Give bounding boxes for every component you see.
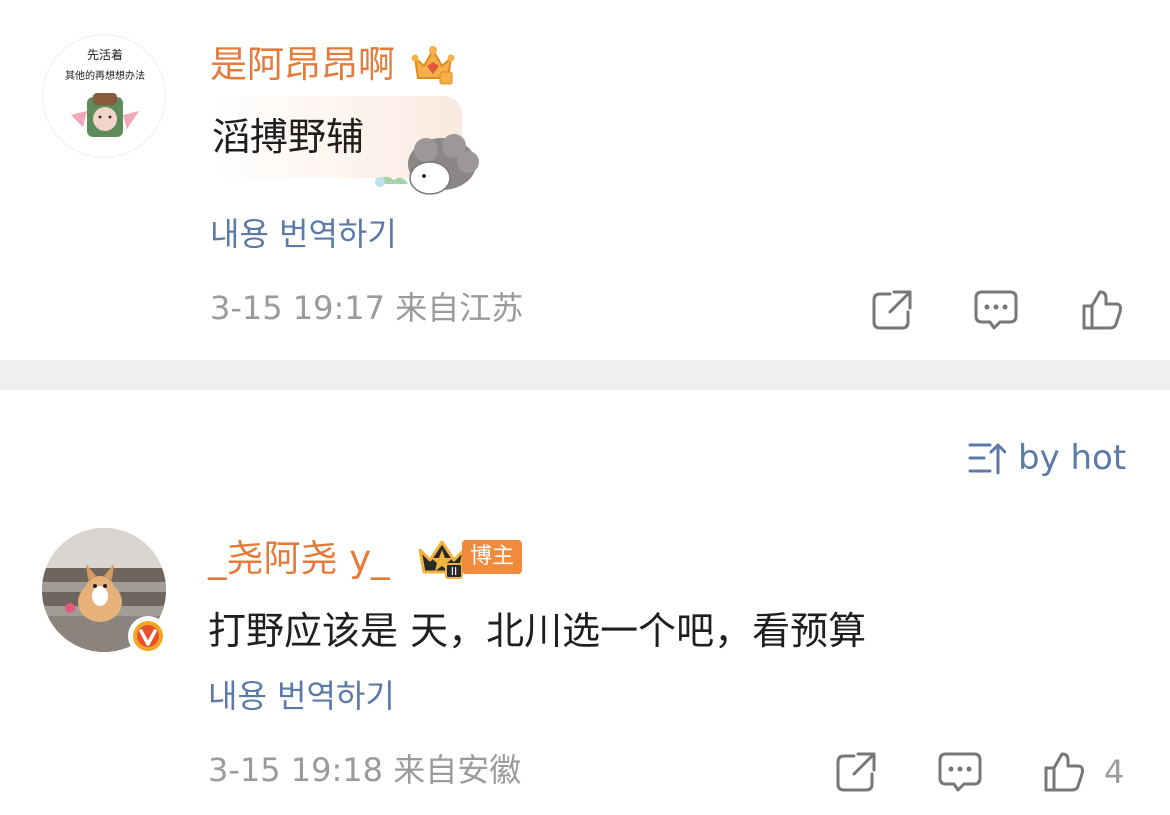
translate-link[interactable]: 내용 번역하기 (210, 218, 397, 250)
share-icon[interactable] (834, 750, 878, 794)
like-icon[interactable] (1042, 750, 1086, 794)
reply-icon[interactable] (938, 750, 982, 794)
username[interactable]: 是阿昂昂啊 (210, 46, 395, 83)
crown-icon: II (418, 540, 466, 579)
svg-text:II: II (451, 565, 458, 578)
comment-item: by hot _尧阿尧 y_ II 博主 打野应该是 天，北川选一个吧，看预算 … (0, 390, 1170, 815)
sort-label: by hot (1018, 438, 1127, 478)
sort-toggle[interactable]: by hot (968, 438, 1126, 478)
reply-icon[interactable] (974, 288, 1018, 332)
crown-icon (411, 46, 455, 85)
avatar-text-line2: 其他的再想想办法 (65, 69, 145, 82)
sort-icon (968, 443, 1006, 475)
verified-icon (128, 616, 168, 656)
avatar-illustration: 先活着 其他的再想想办法 (65, 47, 145, 137)
blogger-badge: 博主 (462, 540, 523, 574)
section-divider (0, 360, 1170, 390)
username[interactable]: _尧阿尧 y_ (208, 540, 390, 577)
avatar-text-line1: 先活着 (87, 47, 123, 62)
like-count: 4 (1104, 753, 1125, 791)
comment-page: 先活着 其他的再想想办法 是阿昂昂啊 滔搏野辅 내용 번역하기 3-15 19:… (0, 0, 1170, 815)
comment-meta: 3-15 19:17 来自江苏 (210, 289, 524, 327)
comment-item: 先活着 其他的再想想办法 是阿昂昂啊 滔搏野辅 내용 번역하기 3-15 19:… (0, 0, 1170, 360)
comment-content: 滔搏野辅 (212, 115, 365, 159)
comment-content: 打野应该是 天，北川选一个吧，看预算 (208, 609, 867, 653)
avatar[interactable]: 先活着 其他的再想想办法 (42, 34, 166, 158)
share-icon[interactable] (870, 288, 914, 332)
comment-meta: 3-15 19:18 来自安徽 (208, 751, 522, 789)
sheep-sticker-icon (375, 134, 479, 195)
like-icon[interactable] (1080, 288, 1124, 332)
translate-link[interactable]: 내용 번역하기 (208, 680, 395, 712)
